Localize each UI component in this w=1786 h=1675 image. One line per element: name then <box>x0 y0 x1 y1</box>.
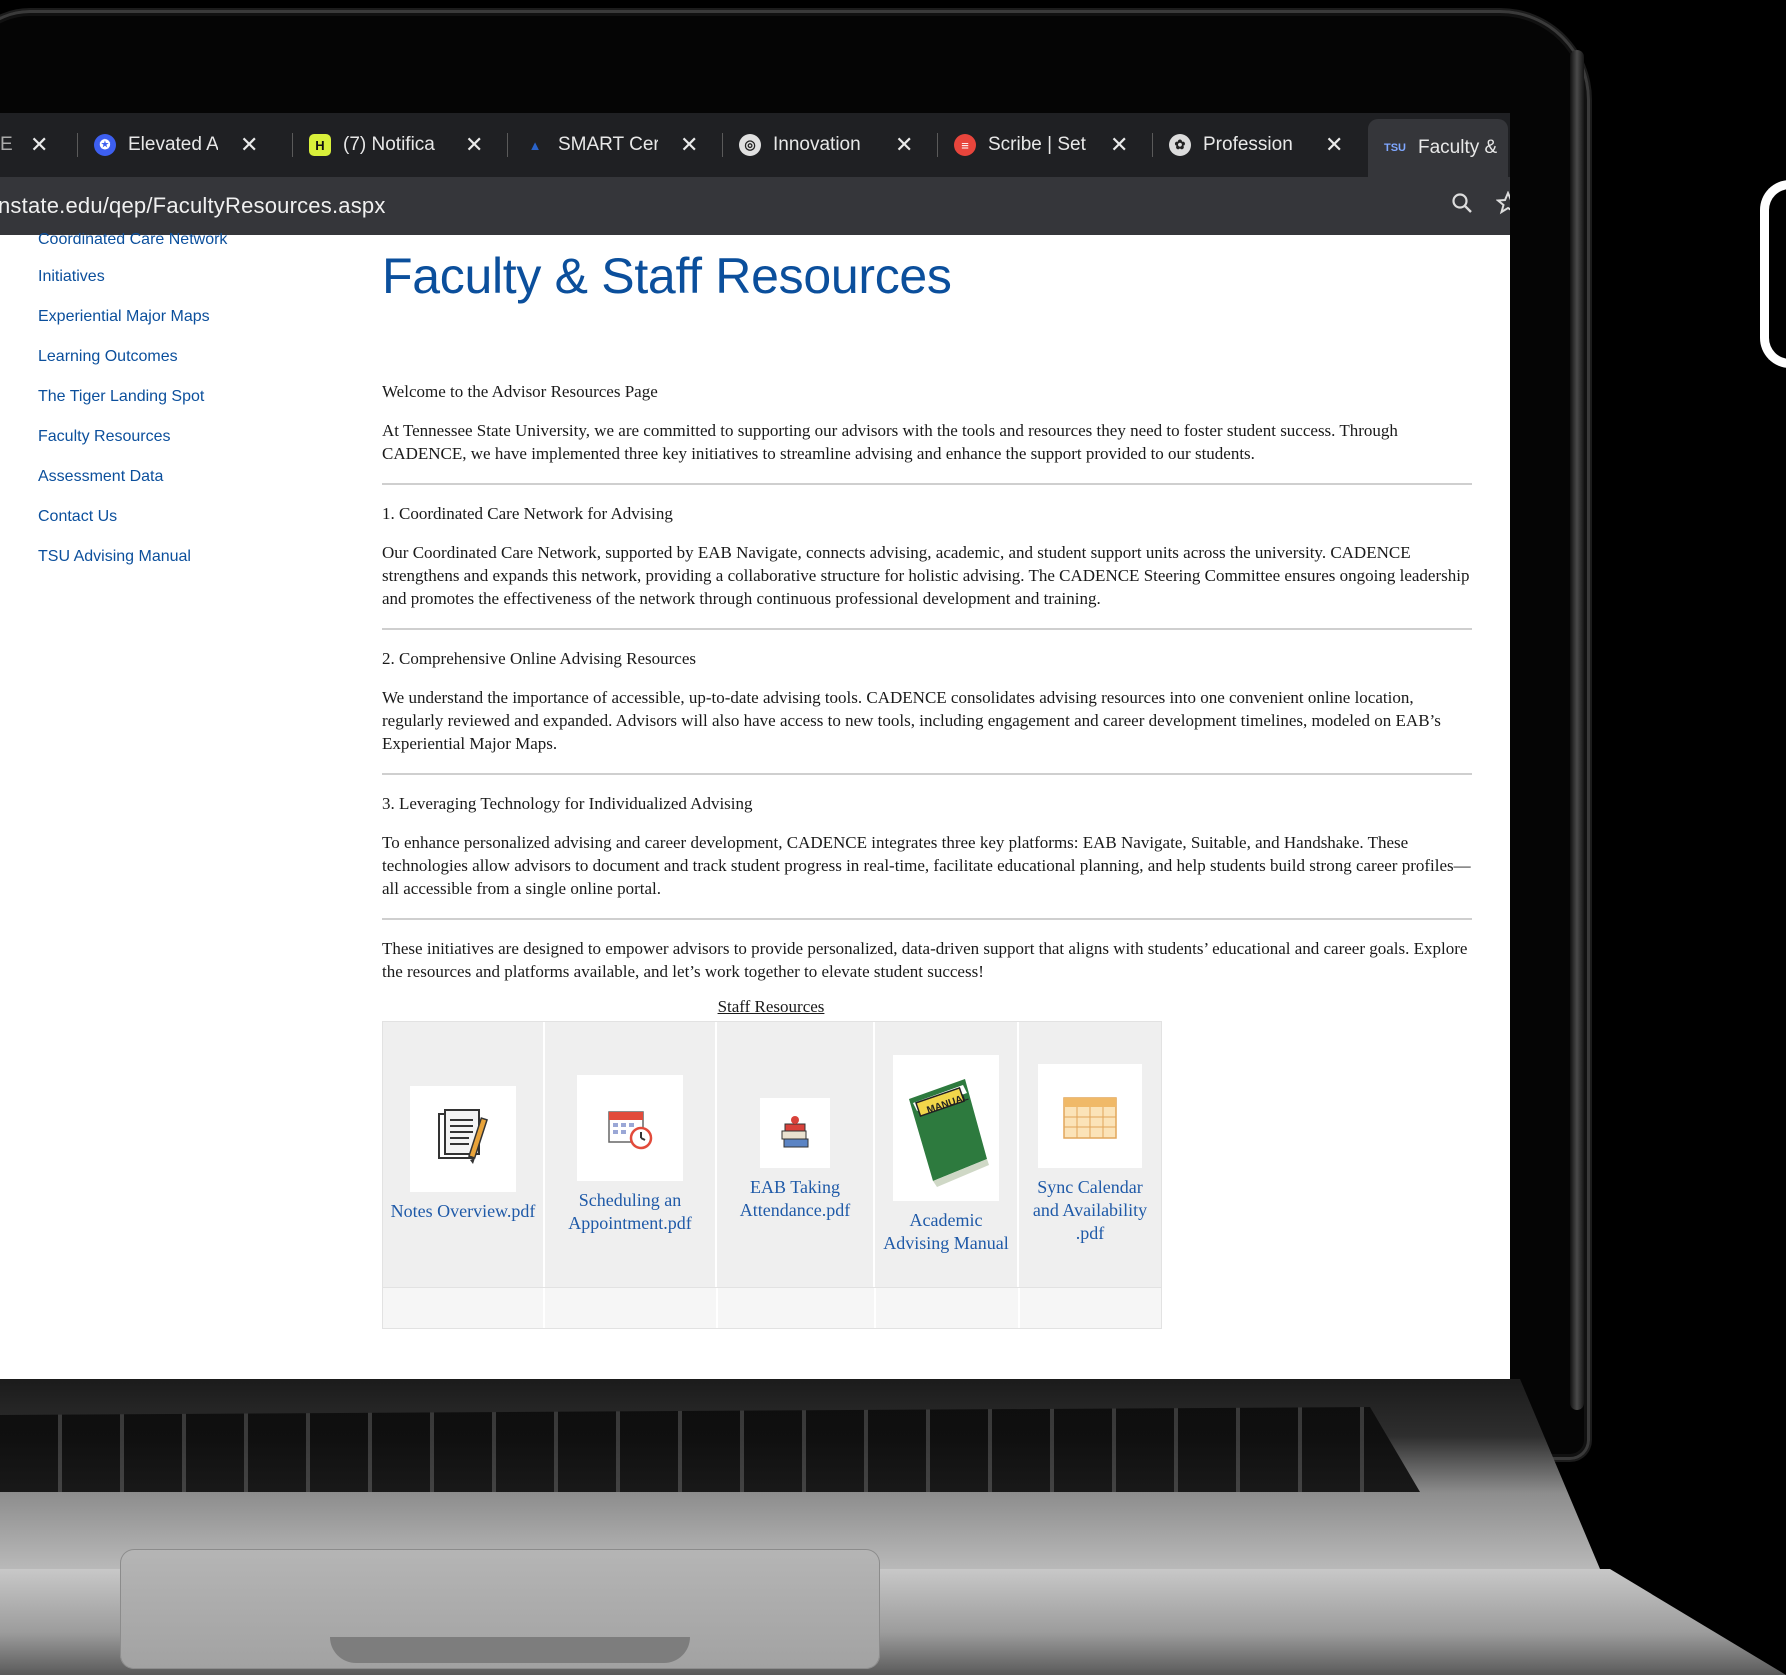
laptop-screen: E F ✕ ✪ Elevated Ac ✕ H (7) Notifica ✕ ▲… <box>0 113 1510 1379</box>
staff-resources-table: Notes Overview.pdf Scheduling an Appoint… <box>382 1021 1162 1288</box>
resource-link[interactable]: Sync Calendar and Availability .pdf <box>1025 1176 1155 1245</box>
tab-title: E F <box>0 134 14 155</box>
sidebar-item-contact-us[interactable]: Contact Us <box>38 497 338 537</box>
resource-link[interactable]: EAB Taking Attendance.pdf <box>723 1176 867 1222</box>
tab-close-icon[interactable]: ✕ <box>240 132 258 158</box>
resource-cell[interactable]: EAB Taking Attendance.pdf <box>717 1022 875 1287</box>
resource-cell[interactable]: MANUAL Academic Advising Manual <box>875 1022 1019 1287</box>
browser-tab[interactable]: H (7) Notifica ✕ <box>293 113 508 177</box>
notes-document-icon <box>410 1086 516 1192</box>
browser-tab[interactable]: ≡ Scribe | Set ✕ <box>938 113 1153 177</box>
tab-title: Innovation <box>773 134 861 155</box>
section-body: Our Coordinated Care Network, supported … <box>382 543 1470 608</box>
globe-icon: ◎ <box>739 134 761 156</box>
h-logo-icon: H <box>309 134 331 156</box>
welcome-text: Welcome to the Advisor Resources Page <box>382 382 658 401</box>
resource-link[interactable]: Notes Overview.pdf <box>391 1200 536 1223</box>
divider <box>382 483 1472 485</box>
sidebar-nav: Coordinated Care Network Initiatives Exp… <box>38 233 338 577</box>
books-icon <box>760 1097 830 1168</box>
lid-notch <box>330 1637 690 1663</box>
tab-title: Profession <box>1203 134 1293 155</box>
browser-tab[interactable]: E F ✕ <box>0 113 78 177</box>
zoom-icon[interactable] <box>1450 191 1474 222</box>
section-body: We understand the importance of accessib… <box>382 688 1441 753</box>
divider <box>382 773 1472 775</box>
tab-close-icon[interactable]: ✕ <box>680 132 698 158</box>
staff-resources-table-row <box>382 1288 1162 1329</box>
divider <box>382 918 1472 920</box>
resource-link[interactable]: Academic Advising Manual <box>881 1209 1011 1255</box>
tab-title: Scribe | Set <box>988 134 1086 155</box>
tab-title: (7) Notifica <box>343 134 435 155</box>
sidebar-item-experiential-major-maps[interactable]: Experiential Major Maps <box>38 297 338 337</box>
divider <box>382 628 1472 630</box>
manual-book-icon: MANUAL <box>893 1054 999 1201</box>
sidebar-item-coordinated-care-network[interactable]: Coordinated Care Network <box>38 233 338 247</box>
scribe-icon: ≡ <box>954 134 976 156</box>
tsu-logo-icon: ▲ <box>528 137 542 153</box>
browser-tab[interactable]: ◎ Innovation ✕ <box>723 113 938 177</box>
browser-tab-active[interactable]: TSU Faculty & <box>1368 119 1508 177</box>
sidebar-item-faculty-resources[interactable]: Faculty Resources <box>38 417 338 457</box>
keyboard <box>0 1379 1600 1569</box>
tab-close-icon[interactable]: ✕ <box>1325 132 1343 158</box>
bookmark-star-icon[interactable] <box>1496 190 1510 222</box>
address-bar: nstate.edu/qep/FacultyResources.aspx <box>0 177 1510 235</box>
page-title: Faculty & Staff Resources <box>382 248 952 304</box>
browser-tab[interactable]: ✿ Profession ✕ <box>1153 113 1368 177</box>
section-body: To enhance personalized advising and car… <box>382 833 1471 898</box>
tab-close-icon[interactable]: ✕ <box>30 132 48 158</box>
web-page: Coordinated Care Network Initiatives Exp… <box>0 233 1510 1379</box>
resource-link[interactable]: Scheduling an Appointment.pdf <box>551 1189 709 1235</box>
browser-tab-bar: E F ✕ ✪ Elevated Ac ✕ H (7) Notifica ✕ ▲… <box>0 113 1510 177</box>
calendar-grid-icon <box>1038 1064 1142 1168</box>
url-input[interactable]: nstate.edu/qep/FacultyResources.aspx <box>0 193 386 219</box>
tab-title: Faculty & <box>1418 137 1498 158</box>
laptop-base <box>0 1379 1786 1675</box>
resource-cell[interactable]: Notes Overview.pdf <box>383 1022 545 1287</box>
tab-close-icon[interactable]: ✕ <box>1110 132 1128 158</box>
sidebar-item-learning-outcomes[interactable]: Learning Outcomes <box>38 337 338 377</box>
tab-close-icon[interactable]: ✕ <box>895 132 913 158</box>
tab-close-icon[interactable]: ✕ <box>465 132 483 158</box>
badge-icon: ✪ <box>94 134 116 156</box>
main-content: Faculty & Staff Resources Welcome to the… <box>382 235 1472 1329</box>
sidebar-item-tiger-landing-spot[interactable]: The Tiger Landing Spot <box>38 377 338 417</box>
tab-title: Elevated Ac <box>128 134 218 155</box>
section-heading: 2. Comprehensive Online Advising Resourc… <box>382 649 696 668</box>
tsu-logo-icon: TSU <box>1384 142 1406 154</box>
tab-title: SMART Cer <box>558 134 658 155</box>
calendar-clock-icon <box>577 1074 683 1181</box>
section-heading: 1. Coordinated Care Network for Advising <box>382 504 673 523</box>
staff-resources-heading: Staff Resources <box>717 997 825 1016</box>
section-heading: 3. Leveraging Technology for Individuali… <box>382 794 753 813</box>
intro-paragraph: At Tennessee State University, we are co… <box>382 421 1398 463</box>
browser-tab[interactable]: ✪ Elevated Ac ✕ <box>78 113 293 177</box>
sidebar-item-initiatives[interactable]: Initiatives <box>38 257 338 297</box>
openai-icon: ✿ <box>1169 134 1191 156</box>
resource-cell[interactable]: Scheduling an Appointment.pdf <box>545 1022 717 1287</box>
sidebar-item-assessment-data[interactable]: Assessment Data <box>38 457 338 497</box>
browser-tab[interactable]: ▲ SMART Cer ✕ <box>508 113 723 177</box>
decorative-bracket <box>1760 180 1786 368</box>
resource-cell[interactable]: Sync Calendar and Availability .pdf <box>1019 1022 1161 1287</box>
closing-paragraph: These initiatives are designed to empowe… <box>382 939 1468 981</box>
sidebar-item-tsu-advising-manual[interactable]: TSU Advising Manual <box>38 537 338 577</box>
